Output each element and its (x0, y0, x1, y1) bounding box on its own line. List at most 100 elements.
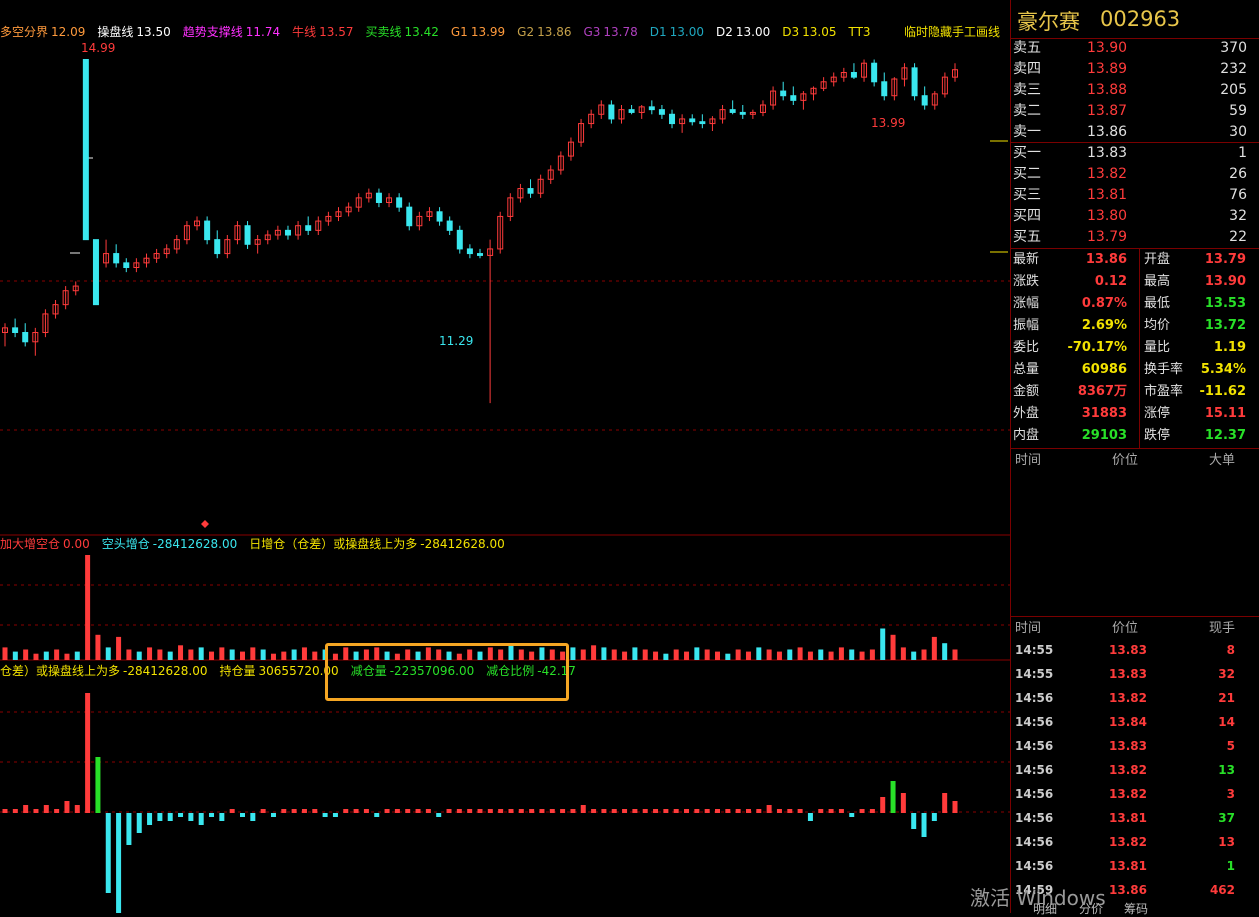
position-bar (23, 805, 29, 813)
volume-bar (663, 653, 669, 660)
kline-chart-svg[interactable] (0, 0, 1010, 913)
quote-value: 13.53 (1204, 296, 1246, 311)
tick-time: 14:56 (1015, 763, 1054, 777)
tick-price: 13.81 (1109, 811, 1147, 825)
candle-body (466, 248, 473, 255)
tick-price: 13.82 (1109, 787, 1147, 801)
quote-label: 涨跌 (1013, 274, 1040, 289)
indicator-top-value: 13.99 (470, 25, 506, 39)
volume-bar (281, 651, 287, 660)
indicator-top-label: 趋势支撑线 (182, 25, 243, 39)
position-bar (301, 809, 307, 813)
volume-bar (312, 651, 318, 660)
big-order-header: 时间 价位 大单 (1011, 451, 1259, 471)
bid-row[interactable]: 买三 13.81 76 (1011, 185, 1259, 206)
position-bar (240, 813, 245, 817)
bid-row[interactable]: 买四 13.80 32 (1011, 206, 1259, 227)
quote-value: 8367万 (1077, 384, 1127, 399)
indicator-top-label: G3 (583, 25, 601, 39)
position-bar (642, 809, 648, 813)
quote-label: 最新 (1013, 252, 1040, 267)
volume-bar (270, 653, 276, 660)
indicator-top-label: 多空分界 (0, 25, 49, 39)
tick-divider (1011, 616, 1259, 617)
ob-volume: 205 (1220, 82, 1247, 98)
candle-body (699, 121, 706, 125)
volume-bar (167, 651, 173, 660)
bid-row[interactable]: 买一 13.83 1 (1011, 143, 1259, 164)
candle-body (628, 109, 635, 113)
indicator-top-value: 12.09 (51, 25, 86, 39)
ask-row[interactable]: 卖一 13.86 30 (1011, 122, 1259, 143)
volume-bar (260, 649, 266, 660)
candle-body (669, 113, 676, 125)
volume-bar (818, 649, 824, 660)
position-bar (766, 805, 772, 813)
volume-bar (198, 647, 204, 660)
candle-body (214, 239, 221, 255)
tick-time-header: 时间 (1015, 621, 1042, 636)
indicator-mid-value: 0.00 (63, 537, 90, 551)
position-bar (405, 809, 411, 813)
indicator-top-value: 13.57 (319, 25, 354, 39)
position-bar (838, 809, 844, 813)
ob-volume: 32 (1229, 208, 1247, 224)
position-bar (756, 809, 762, 813)
quote-row: 涨跌 0.12 最高 13.90 (1011, 271, 1259, 293)
ob-volume: 76 (1229, 187, 1247, 203)
volume-bar (85, 555, 91, 660)
bid-row[interactable]: 买二 13.82 26 (1011, 164, 1259, 185)
candle-body (305, 225, 312, 231)
indicator-top-label: 操盘线 (97, 25, 134, 39)
bid-row[interactable]: 买五 13.79 22 (1011, 227, 1259, 248)
tick-price: 13.84 (1109, 715, 1147, 729)
indicator-top-item: G1 13.99 (451, 25, 511, 39)
tab-chips[interactable]: 筹码 (1124, 900, 1148, 917)
ob-volume: 30 (1229, 124, 1247, 140)
quote-bottom-divider (1011, 448, 1259, 449)
volume-bar (838, 647, 844, 660)
ob-volume: 370 (1220, 40, 1247, 56)
indicator-mid-value: -28412628.00 (152, 537, 238, 551)
position-bar (116, 813, 122, 913)
position-bar (622, 809, 628, 813)
candle-body (689, 118, 696, 123)
kline-chart-area[interactable]: 多空分界 12.09 操盘线 13.50 趋势支撑线 11.74 牛线 13.57 买卖线 13.… (0, 0, 1010, 913)
position-bar (776, 809, 782, 813)
big-order-price-header: 价位 (1112, 453, 1139, 468)
tick-volume: 1 (1226, 859, 1235, 873)
position-bar (890, 781, 896, 813)
position-bar (508, 809, 514, 813)
tick-price: 13.81 (1109, 859, 1147, 873)
highlight-box (325, 643, 569, 701)
ask-row[interactable]: 卖二 13.87 59 (1011, 101, 1259, 122)
position-bar (209, 813, 215, 817)
volume-bar (880, 628, 886, 660)
quote-value: 60986 (1081, 362, 1127, 377)
volume-bar (136, 651, 142, 660)
quote-value: 13.72 (1204, 318, 1246, 333)
volume-bar (684, 651, 690, 660)
ask-row[interactable]: 卖四 13.89 232 (1011, 59, 1259, 80)
volume-bar (188, 649, 194, 660)
candle-body (396, 197, 403, 208)
candle-body (477, 253, 483, 256)
volume-bar (95, 634, 101, 660)
quote-row: 涨幅 0.87% 最低 13.53 (1011, 293, 1259, 315)
volume-bar (942, 643, 948, 660)
position-bar (487, 809, 493, 813)
quote-row: 最新 13.86 开盘 13.79 (1011, 249, 1259, 271)
ask-row[interactable]: 卖三 13.88 205 (1011, 80, 1259, 101)
volume-bar (250, 647, 256, 660)
volume-bar (240, 651, 245, 660)
position-bar (745, 809, 751, 813)
volume-bar (105, 647, 111, 660)
ob-price: 13.89 (1087, 61, 1128, 77)
position-bar (43, 805, 49, 813)
hide-drawing-label[interactable]: 临时隐藏手工画线 (904, 23, 1000, 40)
ask-row[interactable]: 卖五 13.90 370 (1011, 38, 1259, 59)
tick-time: 14:56 (1015, 715, 1054, 729)
position-bar (725, 809, 731, 813)
indicator-top-item: 买卖线 13.42 (366, 25, 445, 39)
volume-bar (23, 649, 29, 660)
